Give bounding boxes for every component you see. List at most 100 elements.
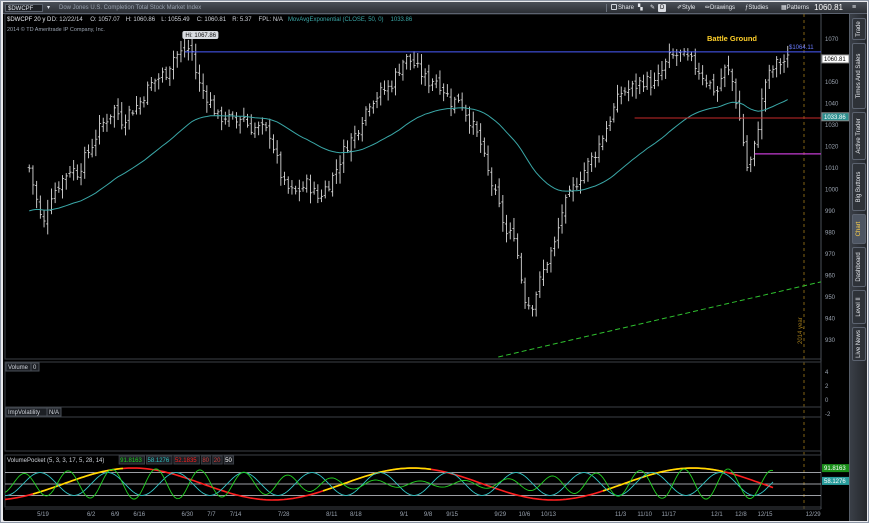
ohlc-bar: [586, 157, 590, 182]
ohlc-bar: [445, 84, 449, 97]
ohlc-bar: [49, 188, 54, 215]
symbol-dropdown-icon[interactable]: ▾: [47, 4, 55, 12]
ohlc-bar: [601, 135, 605, 151]
ohlc-bar: [356, 130, 361, 141]
impvol-panel-border: [4, 406, 822, 452]
ohlc-bar: [379, 82, 383, 106]
ohlc-bar: [549, 247, 553, 273]
price-axis-tick-label: 1000: [825, 188, 839, 194]
sidebar-tab-dashboard[interactable]: Dashboard: [852, 247, 866, 287]
impvol-title: ImpVolatility: [8, 410, 40, 416]
time-axis-tick-label: 6/9: [111, 512, 120, 518]
ohlc-bar: [660, 61, 664, 81]
volumepocket-value: 58.1276: [148, 458, 170, 464]
sidebar-tab-active-trader[interactable]: Active Trader: [852, 112, 866, 160]
ohlc-bar: [741, 113, 745, 147]
ohlc-bar: [630, 80, 634, 97]
chart-area[interactable]: $DWCPF 20 y D D: 12/22/14 O: 1057.07 H: 106…: [3, 14, 849, 521]
ohlc-bar: [149, 77, 153, 91]
ema-50-line: [29, 99, 788, 212]
sidebar-tab-trade[interactable]: Trade: [852, 18, 866, 40]
ohlc-bar: [664, 58, 668, 79]
ohlc-bar: [253, 122, 257, 138]
volume-axis-tick-label: -2: [825, 412, 831, 418]
share-button[interactable]: Share: [609, 3, 636, 13]
ohlc-bar: [86, 144, 91, 159]
ohlc-bar: [134, 95, 139, 115]
sidebar-tab-level-ii[interactable]: Level II: [852, 290, 866, 324]
studies-button[interactable]: ƒStudies: [743, 3, 770, 13]
price-header-item: D: 12/22/14: [52, 17, 84, 23]
ohlc-bar: [101, 117, 105, 132]
time-axis-tick-label: 10/6: [518, 512, 530, 518]
ohlc-bar: [427, 64, 431, 94]
ohlc-bar: [723, 64, 727, 88]
ohlc-bar: [597, 135, 601, 163]
price-header-item: L: 1055.49: [161, 17, 190, 23]
ohlc-bar: [64, 173, 68, 190]
ohlc-bar: [464, 104, 468, 122]
volumepocket-title: VolumePocket (5, 3, 3, 17, 5, 28, 14): [7, 458, 104, 464]
time-axis-tick-label: 6/30: [182, 512, 194, 518]
sidebar-tab-live-news[interactable]: Live News: [852, 327, 866, 361]
ohlc-bar: [97, 115, 102, 145]
ohlc-bar: [201, 73, 205, 99]
ohlc-bar: [53, 182, 57, 204]
sidebar-tab-big-buttons[interactable]: Big Buttons: [852, 163, 866, 211]
ohlc-bar: [146, 81, 150, 105]
ohlc-bar: [57, 181, 61, 193]
ohlc-bar: [168, 66, 172, 86]
ohlc-bar: [449, 88, 453, 117]
ohlc-bar: [223, 111, 227, 125]
sidebar-tab-label: Times And Sales: [856, 53, 862, 99]
style-button[interactable]: ✐Style: [675, 3, 697, 13]
ohlc-bar: [553, 236, 557, 257]
ohlc-bar: [671, 48, 675, 59]
ohlc-bar: [123, 114, 128, 136]
ohlc-bar: [334, 159, 338, 184]
ohlc-bar: [220, 106, 224, 131]
time-axis-tick-label: 6/2: [87, 512, 96, 518]
ohlc-bar: [323, 180, 327, 199]
price-header-item: H: 1060.86: [126, 17, 156, 23]
oscillator-peak-highlight: [602, 467, 724, 492]
ohlc-bar: [360, 117, 364, 142]
style-label: Style: [682, 5, 696, 11]
quote-button[interactable]: ▚: [636, 3, 645, 13]
ohlc-bar: [382, 80, 387, 95]
volume-axis-tick-label: 0: [825, 398, 829, 404]
ohlc-bar: [68, 165, 72, 178]
time-axis-tick-label: 12/29: [806, 512, 822, 518]
sidebar-tab-chart[interactable]: Chart: [852, 214, 866, 244]
price-axis-tick-label: 970: [825, 252, 836, 258]
time-axis-tick-label: 7/14: [230, 512, 242, 518]
ohlc-bar: [501, 194, 505, 232]
ohlc-bar: [194, 43, 198, 80]
ohlc-bar: [615, 84, 620, 113]
last-price-bubble: 1060.81: [824, 57, 846, 63]
sidebar-tab-label: Active Trader: [856, 118, 862, 154]
ohlc-bar: [719, 68, 723, 92]
time-axis-tick-label: 10/13: [541, 512, 557, 518]
ohlc-bar: [504, 214, 509, 243]
drawings-button[interactable]: ✏Drawings: [703, 3, 737, 13]
ohlc-bar: [227, 109, 231, 127]
ohlc-bar: [408, 53, 412, 71]
settings-button[interactable]: ✎: [648, 3, 657, 13]
time-axis-tick-label: 9/1: [400, 512, 409, 518]
last-price-display: 1060.81: [814, 3, 843, 12]
ohlc-bar: [27, 164, 31, 173]
symbol-field[interactable]: $DWCPF: [5, 4, 43, 12]
ohlc-bar: [527, 297, 531, 310]
ohlc-bar: [282, 171, 287, 186]
ohlc-bar: [541, 259, 546, 286]
ohlc-bar: [604, 121, 609, 143]
ohlc-bar: [575, 177, 579, 191]
patterns-button[interactable]: ▦Patterns: [779, 3, 811, 13]
ohlc-bar: [756, 121, 760, 148]
ohlc-bar: [419, 54, 424, 85]
aggregation-button[interactable]: D: [658, 4, 667, 12]
sidebar-tab-times-and-sales[interactable]: Times And Sales: [852, 43, 866, 109]
price-axis-tick-label: 1070: [825, 37, 839, 43]
chart-menu-icon[interactable]: ≡: [850, 3, 858, 13]
